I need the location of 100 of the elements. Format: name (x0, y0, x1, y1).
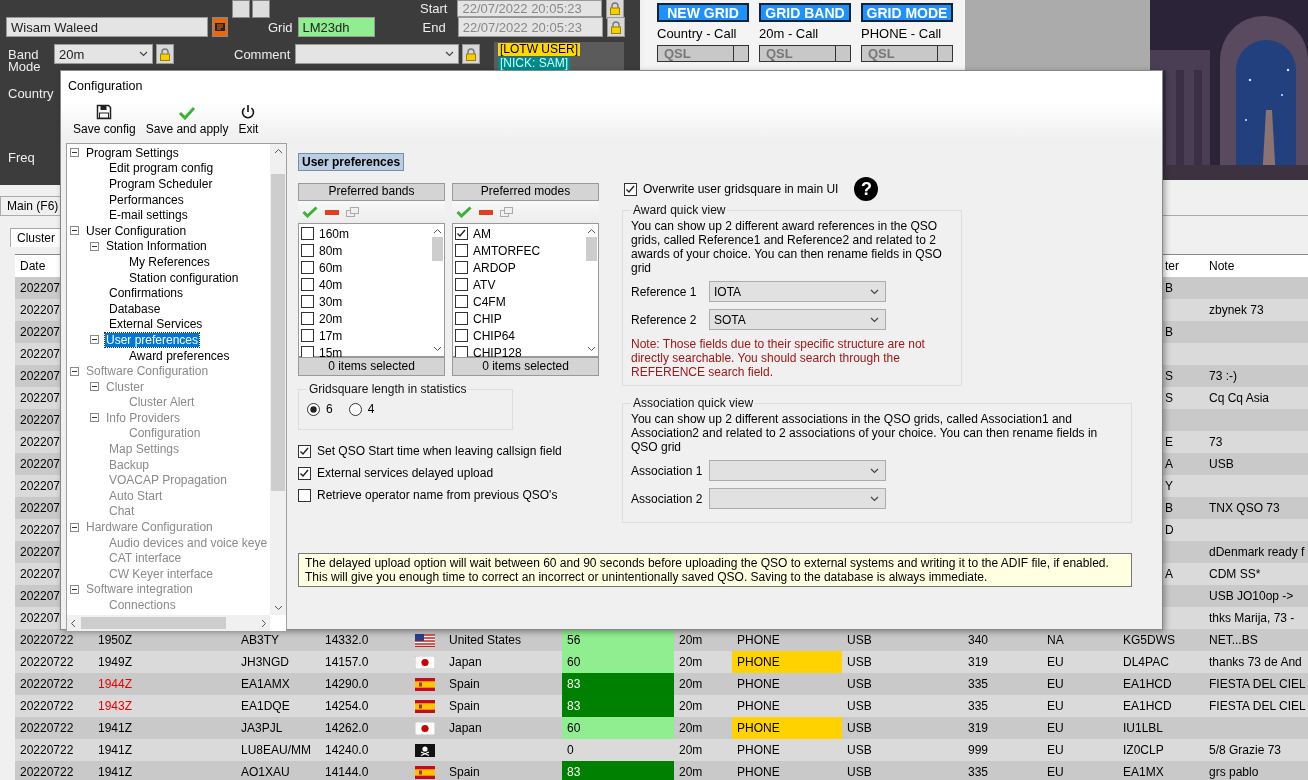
dropdown[interactable]: SOTA (709, 309, 886, 330)
checkbox[interactable] (455, 312, 468, 325)
table-row[interactable]: 20220722 1941Z JA3PJL 14262.0 Japan 60 20m PHONE USB 319 EU IU1LBL (15, 717, 1308, 739)
checkbox[interactable] (301, 346, 314, 359)
table-row[interactable]: 20220722 1949Z JH3NGD 14157.0 Japan 60 20m PHONE USB 319 EU DL4PAC thanks 73 de And (15, 651, 1308, 673)
tree-item[interactable]: CAT interface (108, 551, 183, 566)
toolbar-button[interactable]: Save config (73, 104, 136, 136)
table-row[interactable]: 20220722 1943Z EA1DQE 14254.0 Spain 83 20m PHONE USB 335 EU EA1HCD FIESTA DEL CIEL (15, 695, 1308, 717)
scroll-thumb[interactable] (431, 237, 443, 261)
check-all-icon[interactable] (456, 206, 472, 218)
square-button[interactable] (252, 0, 270, 18)
dropdown[interactable]: IOTA (709, 281, 886, 302)
collapse-icon[interactable] (70, 584, 79, 594)
list-item[interactable]: CHIP (473, 311, 502, 326)
checkbox[interactable] (298, 444, 311, 458)
collapse-icon[interactable] (90, 335, 99, 345)
list-item[interactable]: CHIP64 (473, 328, 516, 343)
tree-item[interactable]: Auto Start (108, 488, 164, 503)
tree-item[interactable]: External Services (108, 317, 204, 332)
tree-item[interactable]: Software Configuration (85, 364, 210, 379)
tree-item[interactable]: User Configuration (85, 223, 188, 238)
checkbox[interactable] (455, 329, 468, 342)
help-icon[interactable]: ? (854, 177, 879, 201)
tree-item[interactable]: Award preferences (128, 348, 231, 363)
table-row[interactable]: 20220722 1944Z EA1AMX 14290.0 Spain 83 20m PHONE USB 335 EU EA1HCD FIESTA DEL CIEL (15, 673, 1308, 695)
checkbox[interactable] (298, 466, 311, 480)
table-row[interactable]: 20220722 1941Z AO1XAU 14144.0 Spain 83 20m PHONE USB 335 EU EA1MX grs pablo (15, 761, 1308, 780)
collapse-icon[interactable] (70, 366, 79, 376)
list-item[interactable]: ATV (473, 277, 496, 292)
collapse-icon[interactable] (90, 382, 99, 392)
list-item[interactable]: CHIP128 (473, 345, 522, 360)
tree-item[interactable]: VOACAP Propagation (108, 473, 228, 488)
tree-item[interactable]: Connections (108, 598, 177, 612)
list-item[interactable]: 15m (319, 345, 343, 360)
scroll-thumb[interactable] (81, 617, 226, 629)
collapse-icon[interactable] (70, 226, 79, 236)
minus-icon[interactable] (479, 209, 493, 215)
tree-item[interactable]: My References (128, 254, 211, 269)
scroll-down-icon[interactable] (586, 346, 596, 352)
checkbox[interactable] (624, 182, 637, 196)
minus-icon[interactable] (325, 209, 339, 215)
checkbox[interactable] (301, 261, 314, 274)
scroll-up-icon[interactable] (432, 228, 442, 234)
name-field[interactable]: Wisam Waleed (6, 17, 208, 37)
tree-item[interactable]: Software integration (85, 582, 194, 597)
table-row[interactable]: 20220722 1941Z LU8EAU/MM 14240.0 0 20m PHONE USB 999 EU IZ0CLP 5/8 Grazie 73 (15, 739, 1308, 761)
list-item[interactable]: 17m (319, 328, 343, 343)
checkbox[interactable] (455, 227, 468, 240)
collapse-icon[interactable] (70, 522, 79, 532)
tree-item[interactable]: Program Scheduler (108, 177, 214, 191)
tree-item[interactable]: Backup (108, 457, 151, 472)
tree-item[interactable]: Station configuration (128, 270, 240, 285)
tree-item[interactable]: Cluster (105, 379, 145, 394)
tab[interactable]: Cluster (10, 228, 62, 247)
scroll-up-icon[interactable] (586, 228, 596, 234)
scroll-down-icon[interactable] (432, 346, 442, 352)
lock-button[interactable] (606, 0, 625, 19)
collapse-icon[interactable] (70, 148, 79, 158)
tree-item[interactable]: Confirmations (108, 286, 185, 301)
list-item[interactable]: 30m (319, 294, 343, 309)
list-item[interactable]: 160m (319, 226, 350, 241)
checkbox[interactable] (455, 346, 468, 359)
tree-item[interactable]: Map Settings (108, 442, 181, 457)
card-button[interactable] (212, 17, 228, 37)
checkbox[interactable] (301, 295, 314, 308)
tree-item[interactable]: User preferences (105, 332, 200, 347)
list-item[interactable]: 20m (319, 311, 343, 326)
checkbox[interactable] (301, 244, 314, 257)
list-item[interactable]: 80m (319, 243, 343, 258)
radio-button[interactable] (307, 402, 320, 416)
grid-field[interactable]: LM23dh (297, 17, 375, 37)
checkbox[interactable] (301, 329, 314, 342)
tree-item[interactable]: CW Keyer interface (108, 566, 215, 581)
tree-item[interactable]: Cluster Alert (128, 395, 196, 410)
band-dropdown[interactable]: 20m (54, 44, 153, 64)
list-item[interactable]: ARDOP (473, 260, 516, 275)
checkbox[interactable] (455, 244, 468, 257)
tree-item[interactable]: Database (108, 301, 162, 316)
checkbox[interactable] (301, 278, 314, 291)
checkbox[interactable] (301, 312, 314, 325)
toolbar-button[interactable]: Save and apply (145, 106, 229, 136)
tree-item[interactable]: Station Information (105, 239, 208, 254)
check-all-icon[interactable] (302, 206, 318, 218)
list-item[interactable]: AM (473, 226, 491, 241)
checkbox[interactable] (455, 278, 468, 291)
tree-item[interactable]: E-mail settings (108, 208, 189, 223)
list-item[interactable]: 40m (319, 277, 343, 292)
checkbox[interactable] (301, 227, 314, 240)
scroll-thumb[interactable] (271, 174, 285, 491)
collapse-icon[interactable] (90, 241, 99, 251)
column-header[interactable]: ter (1163, 255, 1204, 277)
collapse-icon[interactable] (90, 413, 99, 423)
table-row[interactable]: 20220722 1950Z AB3TY 14332.0 United States 56 20m PHONE USB 340 NA KG5DWS NET...BS (15, 629, 1308, 651)
checkbox[interactable] (455, 261, 468, 274)
lock-button[interactable] (606, 17, 625, 37)
scroll-thumb[interactable] (585, 237, 597, 261)
tree-item[interactable]: Edit program config (108, 161, 215, 176)
scrollbar[interactable] (67, 615, 270, 631)
square-button[interactable] (232, 0, 250, 18)
tree-item[interactable]: Audio devices and voice keye (108, 535, 269, 550)
